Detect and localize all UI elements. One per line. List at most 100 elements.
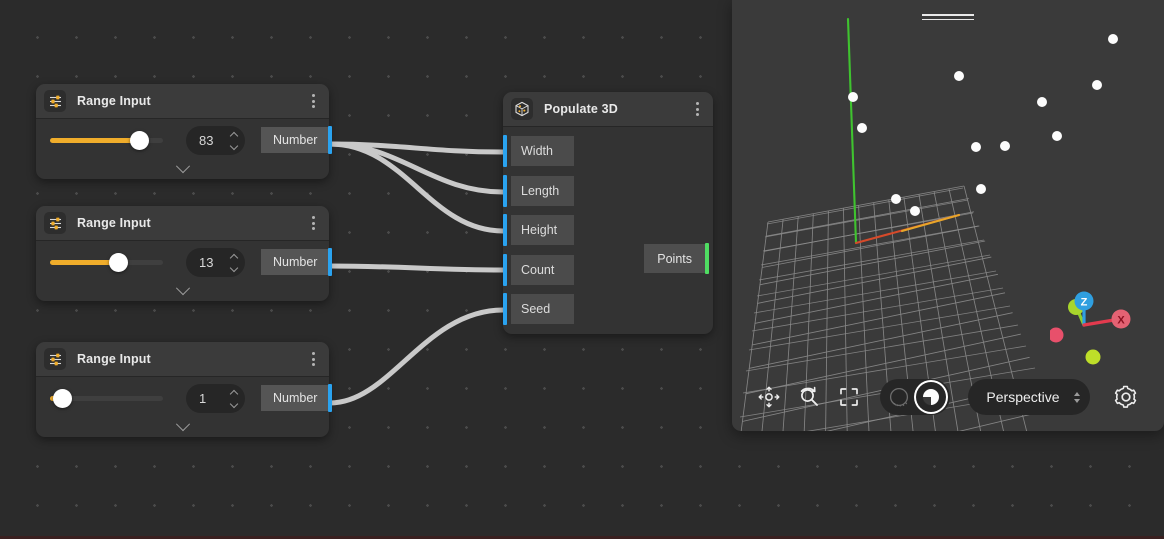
output-port-number[interactable]: Number (261, 248, 333, 276)
input-row: Height (503, 214, 713, 246)
input-row: Length (503, 174, 713, 207)
kebab-menu-icon[interactable] (690, 99, 704, 119)
input-port-count[interactable]: Count (503, 253, 574, 286)
number-value: 83 (199, 132, 214, 148)
node-title: Populate 3D (544, 102, 618, 116)
input-port-label: Width (521, 144, 553, 158)
node-range-input-2[interactable]: Range Input 13 Number (36, 206, 333, 301)
node-title: Range Input (77, 216, 151, 230)
input-port-length[interactable]: Length (503, 174, 574, 207)
node-body: 83 Number (36, 118, 333, 179)
zoom-refresh-icon[interactable] (794, 382, 824, 412)
gizmo-z-label: Z (1081, 297, 1088, 309)
slider-fill (50, 137, 140, 143)
stepper-up-icon[interactable] (230, 391, 238, 396)
range-slider[interactable] (50, 130, 163, 150)
input-port-height[interactable]: Height (503, 214, 574, 246)
stepper-down-icon[interactable] (230, 265, 238, 270)
output-port-points[interactable]: Points (644, 243, 709, 274)
slider-row: 13 Number (36, 240, 333, 284)
number-stepper[interactable] (230, 248, 238, 277)
node-body: 1 Number (36, 376, 333, 437)
output-port-label: Points (657, 251, 692, 266)
expand-chevron-down-icon[interactable] (36, 164, 329, 174)
number-input[interactable]: 83 (186, 125, 245, 155)
number-stepper[interactable] (230, 126, 238, 155)
expand-chevron-down-icon[interactable] (36, 286, 329, 296)
node-populate-3d[interactable]: Populate 3D Width Length Height Count Se… (503, 92, 713, 334)
kebab-menu-icon[interactable] (306, 349, 320, 369)
camera-mode-label: Perspective (986, 389, 1060, 405)
gizmo-axis-neg-x (1050, 327, 1064, 343)
axis-x-line-far (900, 213, 961, 233)
drag-handle-icon[interactable] (922, 14, 974, 21)
node-body: Width Length Height Count Seed Points (503, 126, 713, 334)
output-port-number[interactable]: Number (261, 126, 333, 154)
node-range-input-3[interactable]: Range Input 1 Number (36, 342, 333, 437)
viewport-toolbar[interactable]: Perspective (732, 379, 1164, 415)
number-value: 13 (199, 254, 214, 270)
stepper-down-icon[interactable] (230, 401, 238, 406)
wire-number1-to-width (327, 141, 506, 155)
sliders-icon (44, 348, 66, 370)
number-stepper[interactable] (230, 384, 238, 413)
viewport-panel[interactable]: Z X Perspective (732, 0, 1164, 431)
wire-number1-to-length (327, 141, 506, 195)
input-row: Width (503, 135, 713, 167)
slider-thumb[interactable] (52, 388, 72, 408)
number-value: 1 (199, 390, 207, 406)
sliders-icon (44, 90, 66, 112)
wire-number2-to-count (327, 263, 506, 273)
node-range-input-1[interactable]: Range Input 83 Number (36, 84, 333, 179)
kebab-menu-icon[interactable] (306, 91, 320, 111)
kebab-menu-icon[interactable] (306, 213, 320, 233)
sphere-outline-icon[interactable] (884, 382, 914, 412)
slider-row: 1 Number (36, 376, 333, 420)
node-header[interactable]: Range Input (36, 342, 329, 376)
output-port-number[interactable]: Number (261, 384, 333, 412)
gizmo-x-label: X (1117, 315, 1125, 327)
fit-frame-icon[interactable] (834, 382, 864, 412)
number-input[interactable]: 1 (186, 383, 245, 413)
number-input[interactable]: 13 (186, 247, 245, 277)
stepper-up-icon[interactable] (230, 133, 238, 138)
input-port-width[interactable]: Width (503, 135, 574, 167)
chevron-updown-icon[interactable] (1073, 391, 1080, 403)
output-port-label: Number (273, 255, 318, 269)
input-port-label: Length (521, 183, 560, 198)
slider-thumb[interactable] (109, 252, 129, 272)
input-port-seed[interactable]: Seed (503, 293, 574, 325)
input-port-label: Count (521, 262, 555, 277)
node-title: Range Input (77, 94, 151, 108)
orbit-move-icon[interactable] (754, 382, 784, 412)
node-header[interactable]: Range Input (36, 206, 329, 240)
output-port-label: Number (273, 133, 318, 147)
gizmo-axis-neg-y (1085, 349, 1101, 365)
node-editor-canvas[interactable]: Range Input 83 Number Range Input 13 Num… (0, 0, 1164, 539)
node-body: 13 Number (36, 240, 333, 301)
gear-icon[interactable] (1110, 381, 1142, 413)
axis-y-line (846, 17, 858, 245)
axis-gizmo[interactable]: Z X (1050, 277, 1146, 373)
camera-mode-select[interactable]: Perspective (968, 379, 1090, 415)
slider-thumb[interactable] (129, 130, 149, 150)
wire-number1-to-height (327, 141, 506, 234)
input-port-label: Seed (521, 302, 551, 316)
range-slider[interactable] (50, 388, 163, 408)
node-header[interactable]: Range Input (36, 84, 329, 118)
stepper-down-icon[interactable] (230, 143, 238, 148)
input-row: Seed (503, 293, 713, 325)
wire-number3-to-seed (327, 307, 506, 406)
shading-mode-group[interactable] (880, 379, 951, 415)
expand-chevron-down-icon[interactable] (36, 422, 329, 432)
scene-points (848, 34, 1118, 216)
sphere-shaded-icon[interactable] (916, 382, 946, 412)
node-header[interactable]: Populate 3D (503, 92, 713, 126)
stepper-up-icon[interactable] (230, 255, 238, 260)
output-port-label: Number (273, 391, 318, 405)
sliders-icon (44, 212, 66, 234)
slider-row: 83 Number (36, 118, 333, 162)
range-slider[interactable] (50, 252, 163, 272)
cube-points-icon (511, 98, 533, 120)
input-port-label: Height (521, 223, 558, 237)
